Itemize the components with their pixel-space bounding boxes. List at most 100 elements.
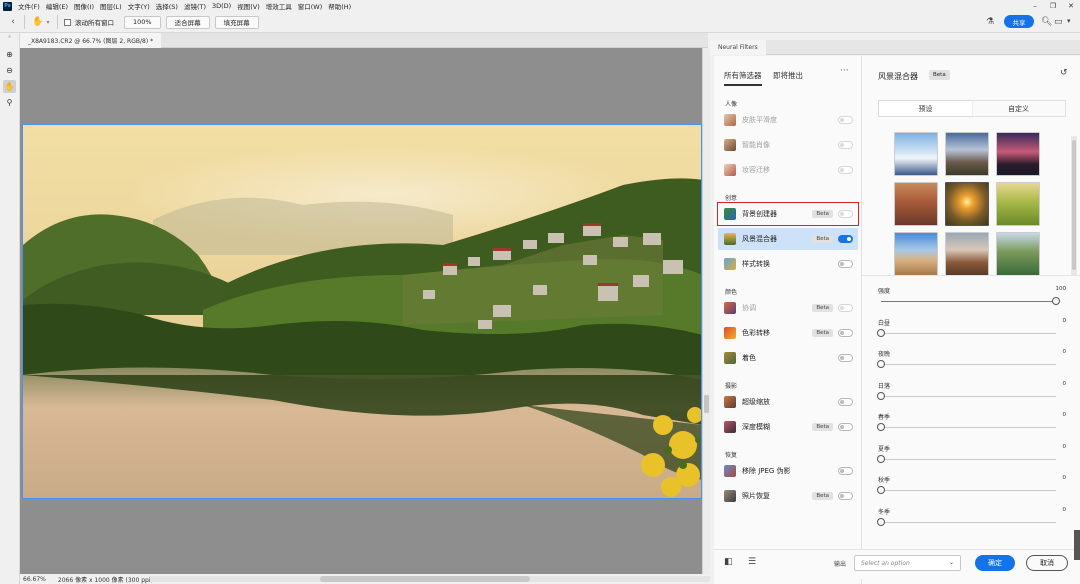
menu-filter[interactable]: 滤镜(T) xyxy=(184,1,206,11)
zoom-in-icon[interactable]: ⊕ xyxy=(3,48,16,61)
preset-thumbnail-mountain[interactable] xyxy=(945,132,989,176)
ok-button[interactable]: 确定 xyxy=(975,555,1015,571)
layers-icon[interactable]: ☰ xyxy=(748,557,756,567)
chevron-down-icon[interactable]: ▾ xyxy=(45,19,51,26)
slider-knob[interactable] xyxy=(877,391,885,400)
canvas-vertical-scrollbar[interactable] xyxy=(702,48,710,574)
preset-thumbnail-sunset[interactable] xyxy=(945,182,989,226)
fit-screen-button[interactable]: 适合屏幕 xyxy=(165,15,210,29)
filter-toggle[interactable] xyxy=(838,329,853,337)
zoom-100-button[interactable]: 100% xyxy=(124,15,161,29)
preset-thumbnail-dusk[interactable] xyxy=(996,132,1040,176)
menu-3d[interactable]: 3D(D) xyxy=(212,2,231,10)
menu-type[interactable]: 文字(Y) xyxy=(128,1,150,11)
filter-depth-blur[interactable]: 深度模糊 Beta xyxy=(718,416,858,438)
filter-toggle[interactable] xyxy=(838,210,853,218)
cancel-button[interactable]: 取消 xyxy=(1026,555,1068,571)
slider-knob[interactable] xyxy=(877,328,885,337)
filter-toggle[interactable] xyxy=(838,166,853,174)
vertical-scroll-thumb[interactable] xyxy=(704,395,709,413)
scroll-all-windows-checkbox[interactable] xyxy=(64,18,71,26)
menu-layer[interactable]: 图层(L) xyxy=(100,1,122,11)
canvas-area[interactable] xyxy=(20,48,702,574)
filter-toggle[interactable] xyxy=(838,116,853,124)
preset-thumbnail-desert[interactable] xyxy=(894,232,938,276)
menu-file[interactable]: 文件(F) xyxy=(18,1,40,11)
filter-color-transfer[interactable]: 色彩转移 Beta xyxy=(718,322,858,344)
preset-thumbnail-river[interactable] xyxy=(996,232,1040,276)
filter-toggle[interactable] xyxy=(838,260,853,268)
workspace-chevron-icon[interactable]: ▾ xyxy=(1067,17,1071,25)
preset-thumbnail-snow[interactable] xyxy=(894,132,938,176)
filter-landscape-mixer[interactable]: 风景混合器 Beta xyxy=(718,228,858,250)
filter-background-creator[interactable]: 背景创建器 Beta xyxy=(717,202,859,226)
collapse-icon[interactable]: » xyxy=(0,34,19,40)
slider-track[interactable] xyxy=(881,364,1056,365)
hand-tool-icon[interactable]: ✋ xyxy=(3,80,16,93)
menu-image[interactable]: 图像(I) xyxy=(74,1,94,11)
filter-toggle[interactable] xyxy=(838,423,853,431)
home-back-icon[interactable]: ‹ xyxy=(8,17,18,27)
close-window-icon[interactable]: ✕ xyxy=(1062,0,1080,12)
presets-scroll-thumb[interactable] xyxy=(1072,140,1076,270)
filter-makeup-transfer[interactable]: 妆容迁移 xyxy=(718,159,858,181)
workspace-icon[interactable]: ▭ xyxy=(1054,17,1063,27)
menu-window[interactable]: 窗口(W) xyxy=(298,1,323,11)
flask-icon[interactable]: ⚗ xyxy=(986,17,994,27)
output-select[interactable]: Select an option ⌄ xyxy=(854,555,961,571)
restore-icon[interactable]: ❐ xyxy=(1044,0,1062,12)
filter-toggle[interactable] xyxy=(838,467,853,475)
filter-harmonization[interactable]: 协调 Beta xyxy=(718,297,858,319)
slider-track[interactable] xyxy=(881,301,1056,302)
tab-custom[interactable]: 自定义 xyxy=(972,101,1065,116)
slider-knob[interactable] xyxy=(877,517,885,526)
slider-knob[interactable] xyxy=(877,486,885,494)
reset-icon[interactable]: ↺ xyxy=(1060,68,1068,78)
filter-style-transfer[interactable]: 样式转换 xyxy=(718,253,858,275)
tab-all-filters[interactable]: 所有筛选器 xyxy=(724,70,762,86)
slider-knob[interactable] xyxy=(1052,297,1060,305)
compare-icon[interactable]: ◧ xyxy=(724,557,733,567)
slider-track[interactable] xyxy=(881,332,1056,334)
hand-tool-preset-icon[interactable]: ✋ xyxy=(31,17,45,27)
filter-super-zoom[interactable]: 超级缩放 xyxy=(718,391,858,413)
status-zoom[interactable]: 66.67% xyxy=(23,576,46,583)
menu-select[interactable]: 选择(S) xyxy=(156,1,178,11)
filter-remove-jpeg-artifacts[interactable]: 移除 JPEG 伪影 xyxy=(718,460,858,482)
horizontal-scroll-thumb[interactable] xyxy=(320,576,530,582)
slider-track[interactable] xyxy=(881,458,1056,460)
slider-knob[interactable] xyxy=(877,423,885,431)
menu-plugins[interactable]: 增效工具 xyxy=(266,1,292,11)
minimize-icon[interactable]: – xyxy=(1026,0,1044,12)
slider-track[interactable] xyxy=(881,521,1056,523)
filter-smart-portrait[interactable]: 智能肖像 xyxy=(718,134,858,156)
filter-toggle[interactable] xyxy=(838,398,853,406)
zoom-tool-icon[interactable]: ⚲ xyxy=(3,96,16,109)
preset-thumbnail-monument[interactable] xyxy=(945,232,989,276)
panel-edge-handle[interactable] xyxy=(1074,530,1080,560)
filter-photo-restoration[interactable]: 照片恢复 Beta xyxy=(718,485,858,507)
filter-skin-smoothing[interactable]: 皮肤平滑度 xyxy=(718,109,858,131)
slider-track[interactable] xyxy=(881,490,1056,491)
slider-track[interactable] xyxy=(881,427,1056,428)
filter-toggle[interactable] xyxy=(838,235,853,243)
more-options-icon[interactable]: ··· xyxy=(840,66,849,76)
tab-presets[interactable]: 预设 xyxy=(879,101,972,116)
slider-track[interactable] xyxy=(881,395,1056,397)
zoom-out-icon[interactable]: ⊖ xyxy=(3,64,16,77)
search-icon[interactable]: 🔍︎ xyxy=(1041,17,1052,27)
presets-scrollbar[interactable] xyxy=(1071,136,1077,276)
document-tab[interactable]: _X8A9183.CR2 @ 66.7% (图层 2, RGB/8) * xyxy=(20,33,162,48)
neural-filters-tab[interactable]: Neural Filters xyxy=(710,40,766,55)
canvas-horizontal-scrollbar[interactable] xyxy=(150,576,710,582)
filter-toggle[interactable] xyxy=(838,141,853,149)
tab-coming-soon[interactable]: 即将推出 xyxy=(773,70,803,81)
filter-toggle[interactable] xyxy=(838,492,853,500)
preset-thumbnail-canyon[interactable] xyxy=(894,182,938,226)
filter-toggle[interactable] xyxy=(838,354,853,362)
filter-colorize[interactable]: 着色 xyxy=(718,347,858,369)
slider-knob[interactable] xyxy=(877,454,885,463)
slider-knob[interactable] xyxy=(877,360,885,368)
filter-toggle[interactable] xyxy=(838,304,853,312)
menu-help[interactable]: 帮助(H) xyxy=(328,1,351,11)
